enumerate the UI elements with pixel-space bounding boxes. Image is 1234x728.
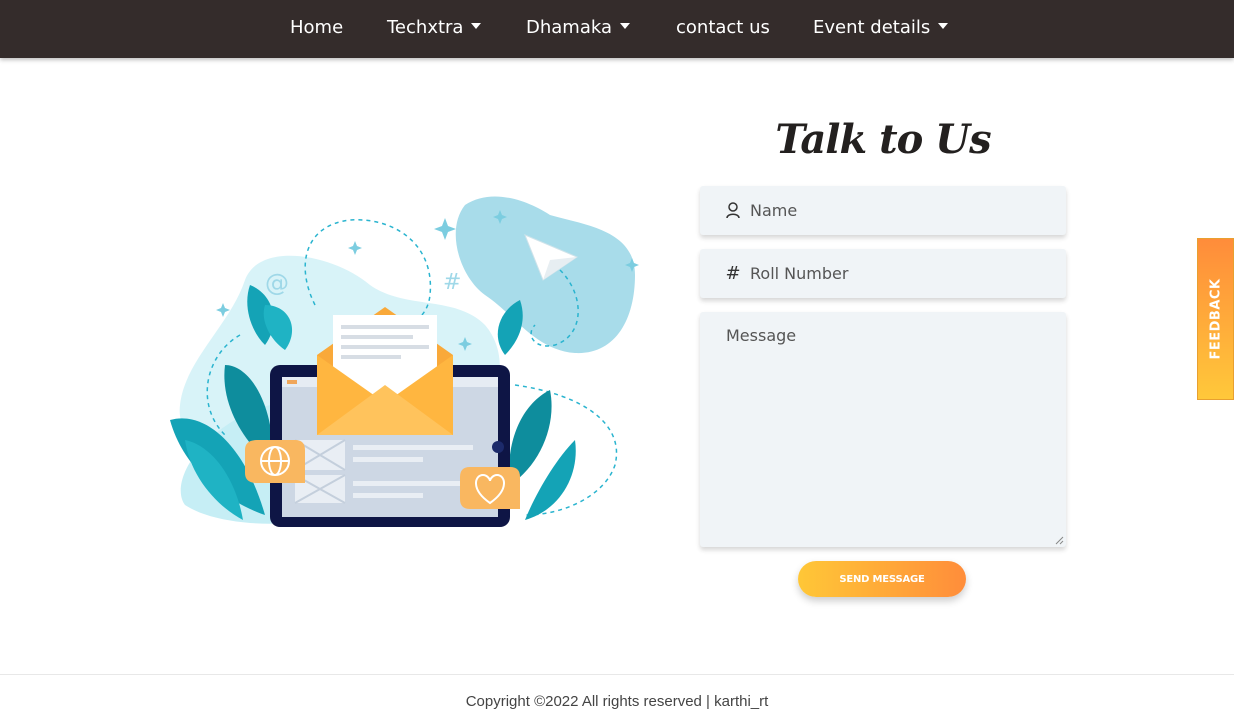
contact-illustration: @ # (170, 196, 639, 527)
resize-handle-icon[interactable] (1055, 536, 1064, 545)
message-field-wrapper (700, 312, 1066, 547)
nav-item-label: Home (290, 17, 344, 38)
nav-item-event-details[interactable]: Event details (813, 17, 949, 41)
copyright-text: Copyright ©2022 All rights reserved | ka… (465, 693, 769, 710)
svg-text:@: @ (265, 269, 289, 297)
name-field-wrapper (700, 186, 1066, 235)
footer: Copyright ©2022 All rights reserved | ka… (0, 674, 1234, 728)
user-icon (724, 201, 742, 221)
send-message-button[interactable]: SEND MESSAGE (798, 561, 966, 597)
nav-item-label: contact us (676, 17, 770, 38)
nav-item-label: Techxtra (387, 17, 464, 38)
svg-text:#: # (443, 270, 461, 295)
nav-item-label: Event details (813, 17, 931, 38)
feedback-label: FEEDBACK (1208, 278, 1223, 360)
name-input[interactable] (750, 186, 1050, 235)
nav-item-home[interactable]: Home (290, 17, 343, 41)
nav-item-contact-us[interactable]: contact us (676, 17, 770, 41)
caret-down-icon (938, 23, 949, 29)
caret-down-icon (471, 23, 482, 29)
roll-number-input[interactable] (750, 249, 1050, 298)
message-textarea[interactable] (700, 312, 1066, 547)
feedback-tab[interactable]: FEEDBACK (1197, 238, 1234, 400)
nav-item-techxtra[interactable]: Techxtra (387, 17, 482, 41)
roll-number-field-wrapper: # (700, 249, 1066, 298)
nav-item-label: Dhamaka (526, 17, 613, 38)
hash-icon: # (725, 263, 741, 284)
page-title: Talk to Us (775, 116, 991, 163)
top-navbar: Home Techxtra Dhamaka contact us Event d… (0, 0, 1234, 58)
nav-item-dhamaka[interactable]: Dhamaka (526, 17, 631, 41)
caret-down-icon (620, 23, 631, 29)
nav-menu: Home Techxtra Dhamaka contact us Event d… (0, 0, 1234, 58)
